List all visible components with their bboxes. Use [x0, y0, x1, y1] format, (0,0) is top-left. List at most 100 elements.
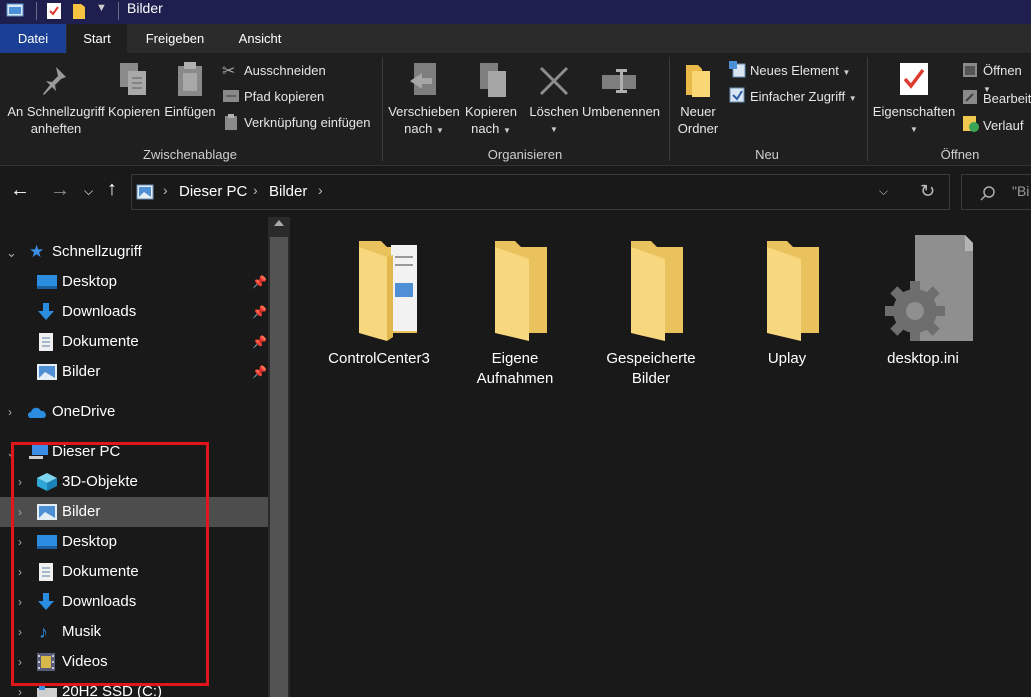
history-icon — [963, 116, 979, 132]
file-list: ControlCenter3 Eigene Aufnahmen Gespeiche… — [290, 217, 1031, 697]
pinned-icon[interactable]: 📌 — [252, 357, 267, 387]
up-arrow-icon[interactable]: ↑ — [107, 178, 117, 201]
copy-icon — [120, 63, 146, 95]
ribbon-separator — [669, 57, 670, 161]
sidebar-item-label: Desktop — [62, 273, 118, 290]
recent-locations-chevron-icon[interactable]: ⌵ — [84, 184, 93, 199]
file-item-uplay[interactable]: Uplay — [727, 233, 847, 393]
collapse-chevron-icon[interactable]: ⌄ — [6, 238, 17, 268]
move-to-label-1: Verschieben — [388, 104, 460, 119]
sidebar-item-qa-downloads[interactable]: Downloads 📌 — [0, 297, 268, 327]
paste-shortcut-icon — [225, 114, 237, 130]
new-item-label: Neues Element ▼ — [750, 63, 851, 78]
history-label: Verlauf — [983, 118, 1024, 133]
file-item-gespeicherte-bilder[interactable]: Gespeicherte Bilder — [591, 233, 711, 393]
folder-icon — [495, 241, 547, 341]
cloud-icon — [28, 407, 46, 418]
delete-dropdown-icon[interactable]: ▼ — [526, 119, 582, 138]
sidebar-scrollbar[interactable] — [268, 217, 290, 697]
folder-with-documents-icon — [359, 241, 417, 341]
desktop-icon — [37, 275, 57, 289]
breadcrumb-separator-icon[interactable]: › — [253, 182, 258, 198]
sidebar-item-onedrive[interactable]: › OneDrive — [0, 397, 268, 427]
search-box[interactable]: "Bi — [961, 174, 1031, 210]
new-folder-label-2: Ordner — [677, 121, 719, 136]
edit-icon — [963, 90, 977, 104]
copy-path-icon — [223, 90, 239, 102]
search-placeholder: "Bi — [1012, 183, 1030, 199]
sidebar-item-label: OneDrive — [52, 403, 116, 420]
download-arrow-icon — [38, 303, 54, 320]
sidebar-item-label: Schnellzugriff — [52, 243, 142, 260]
new-folder-label-1: Neuer — [680, 104, 716, 119]
expand-chevron-icon[interactable]: › — [8, 397, 12, 427]
cut-label: Ausschneiden — [244, 63, 326, 78]
pin-quick-access-label-1: An Schnellzugriff — [7, 104, 105, 119]
new-folder-icon — [686, 65, 710, 97]
breadcrumb-separator-icon[interactable]: › — [318, 182, 323, 198]
file-name: desktop.ini — [887, 350, 959, 367]
title-bar: ▼ Bilder — [0, 0, 1031, 24]
easy-access-icon — [729, 87, 745, 103]
ribbon-separator — [382, 57, 383, 161]
properties-dropdown-icon[interactable]: ▼ — [870, 119, 958, 138]
explorer-window-icon[interactable] — [6, 2, 24, 18]
properties-icon — [900, 63, 928, 95]
document-icon — [39, 333, 53, 351]
file-item-controlcenter3[interactable]: ControlCenter3 — [319, 233, 439, 393]
forward-arrow-icon[interactable]: → — [50, 179, 70, 202]
breadcrumb-separator-icon[interactable]: › — [163, 182, 168, 198]
pictures-location-icon — [136, 184, 154, 200]
tab-file[interactable]: Datei — [0, 24, 66, 53]
new-item-icon — [729, 61, 746, 78]
breadcrumb-pictures[interactable]: Bilder — [269, 183, 307, 200]
paste-icon — [178, 62, 202, 96]
file-name: Uplay — [767, 350, 807, 367]
address-bar[interactable]: › Dieser PC › Bilder › ⌵ ↻ — [131, 174, 950, 210]
pinned-icon[interactable]: 📌 — [252, 297, 267, 327]
red-highlight-box — [11, 442, 209, 686]
title-separator — [36, 2, 37, 20]
sidebar-item-label: Downloads — [62, 303, 137, 320]
tab-start[interactable]: Start — [67, 24, 127, 53]
address-history-chevron-icon[interactable]: ⌵ — [879, 184, 888, 199]
sidebar-item-qa-pictures[interactable]: Bilder 📌 — [0, 357, 268, 387]
group-new: Neu — [755, 147, 779, 162]
tab-share[interactable]: Freigeben — [132, 24, 218, 53]
scrollbar-thumb[interactable] — [270, 237, 288, 697]
pinned-icon[interactable]: 📌 — [252, 267, 267, 297]
title-separator — [118, 2, 119, 20]
pinned-icon[interactable]: 📌 — [252, 327, 267, 357]
file-name: Gespeicherte Bilder — [606, 350, 696, 387]
pin-quick-access-label-2: anheften — [30, 121, 82, 136]
tab-view[interactable]: Ansicht — [222, 24, 298, 53]
group-clipboard: Zwischenablage — [143, 147, 237, 162]
sidebar-item-qa-documents[interactable]: Dokumente 📌 — [0, 327, 268, 357]
folder-icon — [767, 241, 819, 341]
copy-label: Kopieren — [107, 104, 161, 119]
properties-quick-icon[interactable] — [46, 2, 62, 20]
file-name: Eigene Aufnahmen — [476, 350, 554, 387]
breadcrumb-this-pc[interactable]: Dieser PC — [179, 183, 247, 200]
address-row: ← → ⌵ ↑ › Dieser PC › Bilder › ⌵ ↻ "Bi — [0, 167, 1031, 217]
sidebar-item-quick-access[interactable]: ⌄ ★ Schnellzugriff — [0, 237, 268, 267]
sidebar-item-qa-desktop[interactable]: Desktop 📌 — [0, 267, 268, 297]
scissors-icon: ✂ — [222, 63, 236, 80]
move-to-label-2: nach ▼ — [404, 121, 444, 136]
copy-path-label: Pfad kopieren — [244, 89, 325, 104]
refresh-icon[interactable]: ↻ — [920, 181, 935, 202]
customize-quick-access-icon[interactable]: ▼ — [96, 2, 107, 14]
search-icon — [980, 186, 995, 201]
new-folder-quick-icon[interactable] — [72, 2, 86, 20]
scroll-up-arrow-icon[interactable] — [274, 220, 284, 226]
rename-icon — [602, 69, 636, 93]
pin-icon — [43, 67, 66, 95]
open-icon — [963, 63, 977, 77]
back-arrow-icon[interactable]: ← — [10, 179, 30, 202]
file-item-eigene-aufnahmen[interactable]: Eigene Aufnahmen — [455, 233, 575, 393]
ribbon: An Schnellzugriff anheften Kopieren Einf… — [0, 53, 1031, 166]
group-organize: Organisieren — [487, 147, 563, 162]
star-icon: ★ — [29, 242, 45, 261]
folder-icon — [631, 241, 683, 341]
file-item-desktop-ini[interactable]: desktop.ini — [863, 233, 983, 393]
